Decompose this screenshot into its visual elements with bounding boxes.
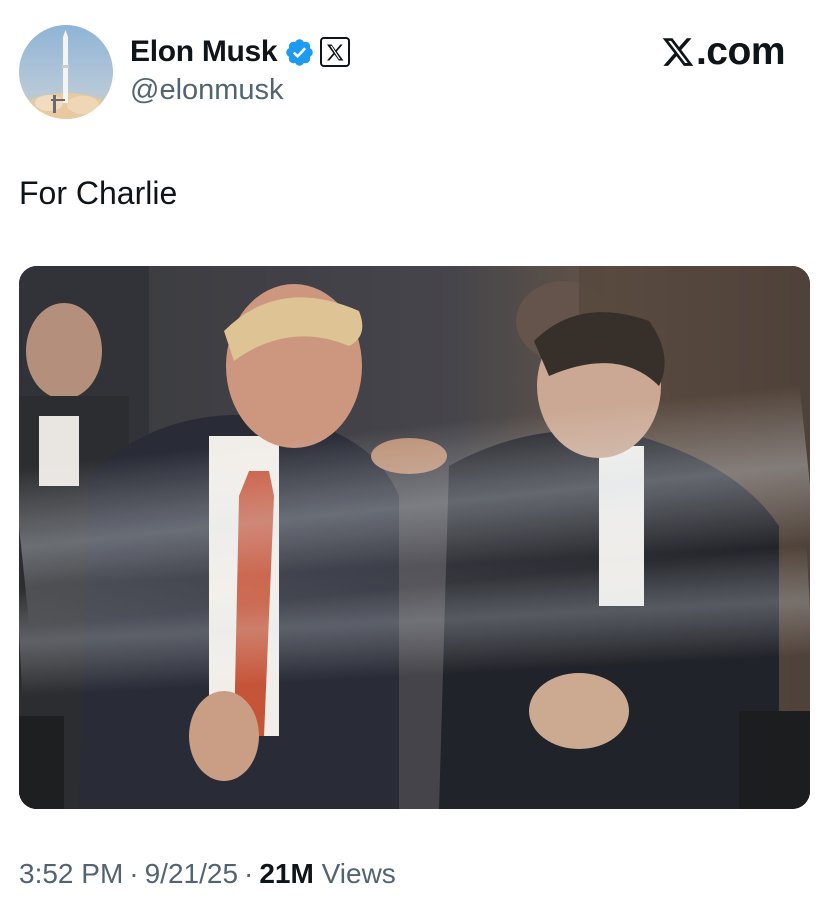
post-text: For Charlie [19,175,178,211]
post-time[interactable]: 3:52 PM [19,858,123,889]
x-logo-icon[interactable] [320,37,351,67]
post-photo[interactable] [19,266,810,809]
post-header: Elon Musk @elonmusk .com [0,0,828,140]
photo-image [19,266,810,809]
author-name-row: Elon Musk [130,32,351,72]
views-label: Views [321,858,396,889]
post-meta: 3:52 PM · 9/21/25 · 21M Views [19,858,396,890]
avatar[interactable] [19,25,113,119]
avatar-image [19,25,113,119]
post-date[interactable]: 9/21/25 [145,858,238,889]
author-display-name[interactable]: Elon Musk [130,35,278,69]
brand-domain-text: .com [695,30,786,73]
meta-separator: · [244,858,254,889]
x-com-brand: .com [661,30,786,74]
x-logo-icon [662,38,694,66]
meta-separator: · [129,858,139,889]
views-count: 21M [259,858,314,889]
author-handle[interactable]: @elonmusk [130,74,284,107]
verified-badge-icon[interactable] [284,37,315,68]
